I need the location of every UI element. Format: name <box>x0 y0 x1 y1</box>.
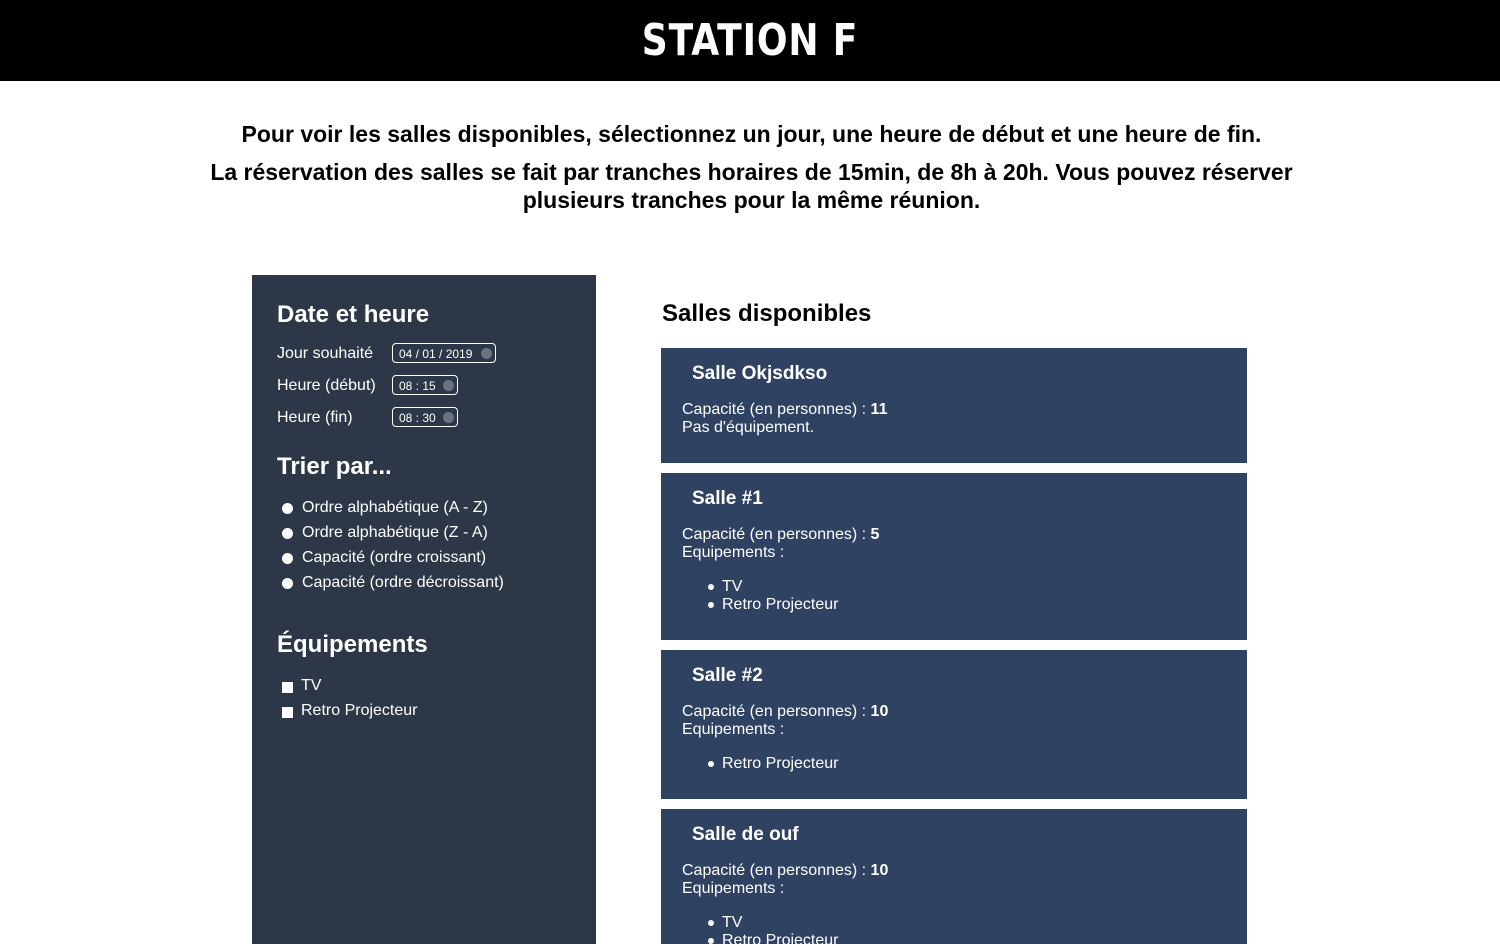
start-time-field-row: Heure (début) 08 : 15 <box>277 375 577 399</box>
room-name: Salle de ouf <box>692 824 799 845</box>
equipment-item: Retro Projecteur <box>682 932 839 944</box>
capacity-value: 11 <box>870 401 888 418</box>
date-label: Jour souhaité <box>277 345 374 362</box>
intro-line-2: La réservation des salles se fait par tr… <box>210 159 1293 213</box>
filter-sidebar: Date et heure Jour souhaité 04 / 01 / 20… <box>252 275 596 944</box>
room-card[interactable]: Salle de ouf Capacité (en personnes) : 1… <box>661 809 1247 944</box>
capacity-value: 10 <box>870 703 889 720</box>
radio-button[interactable] <box>282 553 293 564</box>
top-bar: STATION F <box>0 0 1500 81</box>
date-value: 04 / 01 / 2019 <box>399 347 473 361</box>
room-info: Capacité (en personnes) : 10 Equipements… <box>682 703 888 739</box>
equipment-list: TV Retro Projecteur <box>682 578 839 614</box>
sort-option-label: Ordre alphabétique (A - Z) <box>302 499 488 516</box>
capacity-label: Capacité (en personnes) : <box>682 703 871 720</box>
checkbox[interactable] <box>282 682 293 693</box>
intro-line-1: Pour voir les salles disponibles, sélect… <box>241 121 1262 147</box>
end-time-label: Heure (fin) <box>277 409 353 426</box>
capacity-value: 10 <box>870 862 889 879</box>
radio-button[interactable] <box>282 528 293 539</box>
equipment-heading: Équipements <box>277 631 428 658</box>
end-time-field-row: Heure (fin) 08 : 30 <box>277 407 577 431</box>
available-rooms-title: Salles disponibles <box>662 300 872 327</box>
radio-button[interactable] <box>282 578 293 589</box>
capacity-label: Capacité (en personnes) : <box>682 862 871 879</box>
start-time-label: Heure (début) <box>277 377 376 394</box>
date-field-row: Jour souhaité 04 / 01 / 2019 <box>277 343 577 367</box>
radio-button[interactable] <box>282 503 293 514</box>
station-f-logo[interactable]: STATION F <box>135 14 1365 68</box>
sort-option-label: Capacité (ordre décroissant) <box>302 574 504 591</box>
equipment-label: Equipements : <box>682 721 785 738</box>
capacity-label: Capacité (en personnes) : <box>682 401 871 418</box>
start-time-value: 08 : 15 <box>399 379 436 393</box>
date-input[interactable]: 04 / 01 / 2019 <box>392 343 496 363</box>
equipment-item: TV <box>682 914 839 932</box>
no-equipment-text: Pas d'équipement. <box>682 419 815 436</box>
equipment-option-label: Retro Projecteur <box>301 702 418 719</box>
equipment-label: Equipements : <box>682 544 785 561</box>
room-info: Capacité (en personnes) : 5 Equipements … <box>682 526 879 562</box>
equipment-item: Retro Projecteur <box>682 755 839 773</box>
datetime-heading: Date et heure <box>277 301 430 328</box>
room-info: Capacité (en personnes) : 10 Equipements… <box>682 862 888 898</box>
end-time-value: 08 : 30 <box>399 411 436 425</box>
equipment-list: Retro Projecteur <box>682 755 839 773</box>
room-card[interactable]: Salle Okjsdkso Capacité (en personnes) :… <box>661 348 1247 463</box>
equipment-label: Equipements : <box>682 880 785 897</box>
clear-icon[interactable] <box>481 348 492 359</box>
equipment-item: Retro Projecteur <box>682 596 839 614</box>
end-time-input[interactable]: 08 : 30 <box>392 407 458 427</box>
clear-icon[interactable] <box>443 412 454 423</box>
equipment-list: TV Retro Projecteur <box>682 914 839 944</box>
sort-option-label: Capacité (ordre croissant) <box>302 549 487 566</box>
equipment-option-label: TV <box>301 677 322 694</box>
clear-icon[interactable] <box>443 380 454 391</box>
capacity-value: 5 <box>870 526 880 543</box>
intro-text: Pour voir les salles disponibles, sélect… <box>200 120 1303 224</box>
room-name: Salle Okjsdkso <box>692 363 828 384</box>
sort-heading: Trier par... <box>277 453 392 480</box>
sort-option-label: Ordre alphabétique (Z - A) <box>302 524 488 541</box>
room-name: Salle #2 <box>692 665 763 686</box>
room-card[interactable]: Salle #2 Capacité (en personnes) : 10 Eq… <box>661 650 1247 799</box>
capacity-label: Capacité (en personnes) : <box>682 526 871 543</box>
checkbox[interactable] <box>282 707 293 718</box>
room-name: Salle #1 <box>692 488 763 509</box>
equipment-item: TV <box>682 578 839 596</box>
room-card[interactable]: Salle #1 Capacité (en personnes) : 5 Equ… <box>661 473 1247 640</box>
room-info: Capacité (en personnes) : 11 Pas d'équip… <box>682 401 887 437</box>
start-time-input[interactable]: 08 : 15 <box>392 375 458 395</box>
